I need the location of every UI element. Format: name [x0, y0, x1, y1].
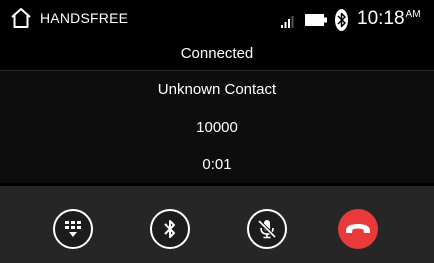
handsfree-call-screen: HANDSFREE 10:18AM Connected Unknown Cont…	[0, 0, 434, 263]
battery-icon	[305, 14, 327, 26]
bluetooth-icon	[335, 9, 348, 31]
phone-number: 10000	[0, 109, 434, 146]
home-icon[interactable]	[9, 6, 33, 30]
clock-time: 10:18	[357, 8, 405, 29]
mute-button[interactable]	[247, 209, 287, 249]
clock: 10:18AM	[357, 8, 421, 33]
clock-ampm: AM	[405, 9, 421, 20]
mute-microphone-icon	[257, 219, 277, 239]
bluetooth-button[interactable]	[150, 209, 190, 249]
end-call-button[interactable]	[338, 209, 378, 249]
end-call-icon	[346, 224, 370, 233]
contact-name: Unknown Contact	[0, 71, 434, 109]
signal-icon	[281, 16, 294, 28]
call-status: Connected	[0, 38, 434, 71]
status-bar: HANDSFREE 10:18AM	[0, 0, 434, 38]
keypad-icon	[65, 221, 81, 237]
bluetooth-icon	[164, 220, 175, 238]
call-duration: 0:01	[0, 146, 434, 183]
keypad-button[interactable]	[53, 209, 93, 249]
app-title: HANDSFREE	[40, 10, 129, 26]
